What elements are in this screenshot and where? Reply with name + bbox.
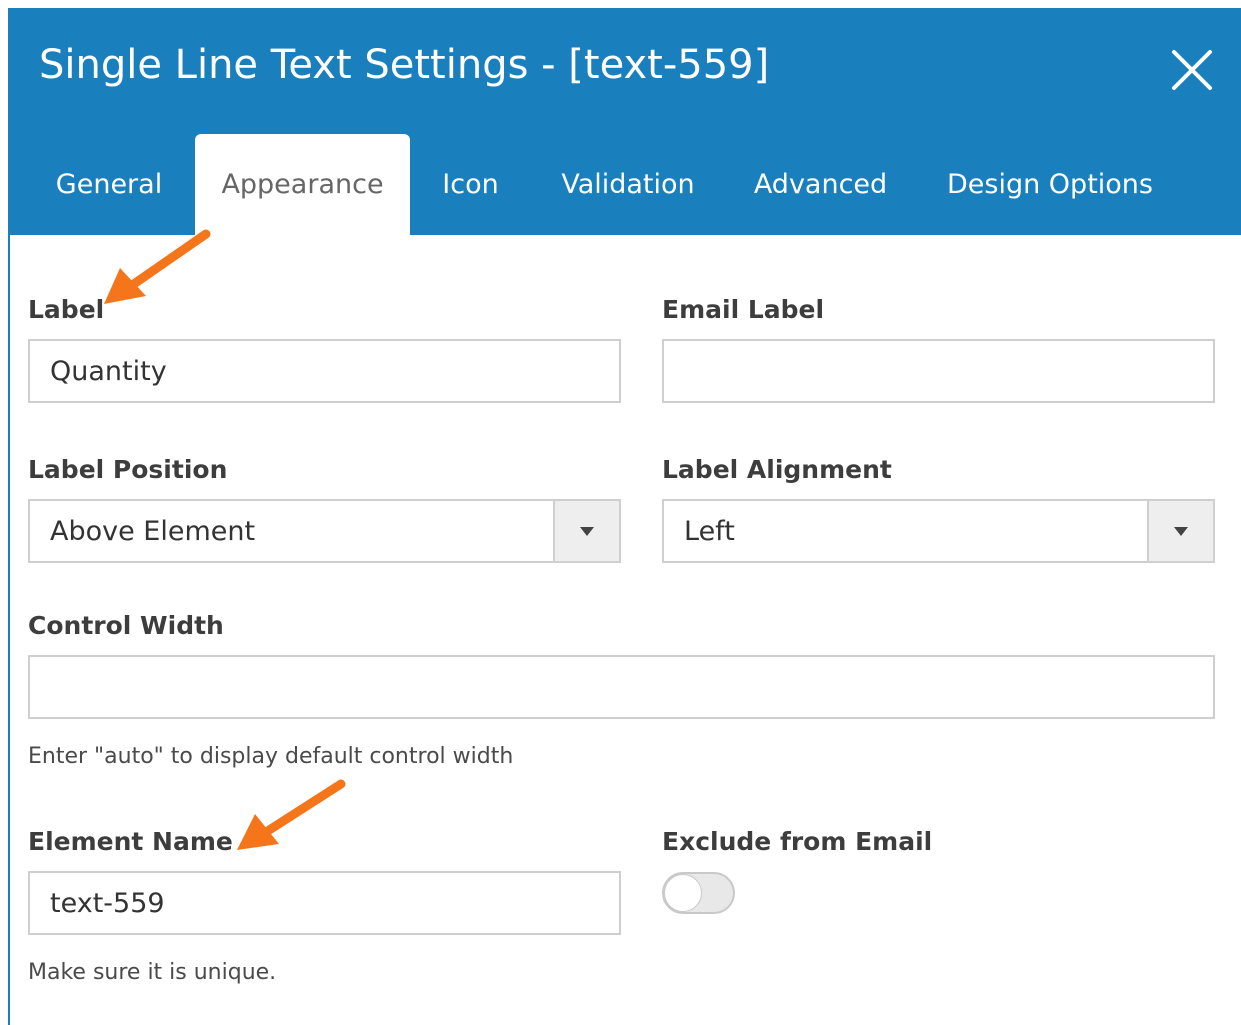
chevron-down-icon xyxy=(1174,526,1188,536)
control-width-help-text: Enter "auto" to display default control … xyxy=(28,744,514,769)
label-position-dropdown-button[interactable] xyxy=(553,501,619,561)
email-label-input[interactable] xyxy=(662,339,1215,403)
tab-validation-label: Validation xyxy=(561,169,695,200)
email-label-field-label: Email Label xyxy=(662,295,825,324)
label-alignment-select[interactable]: Left xyxy=(662,499,1215,563)
modal-left-border xyxy=(8,235,10,1025)
control-width-input[interactable] xyxy=(28,655,1215,719)
element-name-help-text: Make sure it is unique. xyxy=(28,960,277,985)
element-name-input[interactable]: text-559 xyxy=(28,871,621,935)
label-input[interactable]: Quantity xyxy=(28,339,621,403)
tab-appearance-label: Appearance xyxy=(221,169,384,200)
element-name-input-value: text-559 xyxy=(50,887,165,919)
annotation-arrow-icon xyxy=(237,779,346,850)
label-field-label: Label xyxy=(28,295,105,324)
tab-advanced[interactable]: Advanced xyxy=(738,134,903,235)
close-icon[interactable] xyxy=(1170,48,1214,92)
label-alignment-dropdown-button[interactable] xyxy=(1147,501,1213,561)
tab-design-options[interactable]: Design Options xyxy=(930,134,1170,235)
modal-header: Single Line Text Settings - [text-559] G… xyxy=(8,8,1241,235)
label-input-value: Quantity xyxy=(50,355,167,387)
element-name-field-label: Element Name xyxy=(28,827,233,856)
exclude-from-email-field-label: Exclude from Email xyxy=(662,827,933,856)
tab-general-label: General xyxy=(55,169,163,200)
label-alignment-field-label: Label Alignment xyxy=(662,455,892,484)
tab-design-options-label: Design Options xyxy=(947,169,1153,200)
modal-title: Single Line Text Settings - [text-559] xyxy=(39,42,770,88)
tab-validation[interactable]: Validation xyxy=(543,134,713,235)
annotation-arrow-icon xyxy=(104,229,211,304)
control-width-field-label: Control Width xyxy=(28,611,224,640)
label-position-field-label: Label Position xyxy=(28,455,228,484)
exclude-from-email-toggle[interactable] xyxy=(662,872,735,914)
tab-advanced-label: Advanced xyxy=(753,169,888,200)
label-position-value: Above Element xyxy=(50,515,256,547)
label-position-select[interactable]: Above Element xyxy=(28,499,621,563)
tab-icon-label: Icon xyxy=(442,169,499,200)
tab-icon[interactable]: Icon xyxy=(423,134,518,235)
tab-appearance[interactable]: Appearance xyxy=(195,134,410,235)
toggle-knob xyxy=(664,874,702,912)
settings-modal: Single Line Text Settings - [text-559] G… xyxy=(8,8,1241,1025)
label-alignment-value: Left xyxy=(684,515,735,547)
chevron-down-icon xyxy=(580,526,594,536)
tab-general[interactable]: General xyxy=(34,134,184,235)
